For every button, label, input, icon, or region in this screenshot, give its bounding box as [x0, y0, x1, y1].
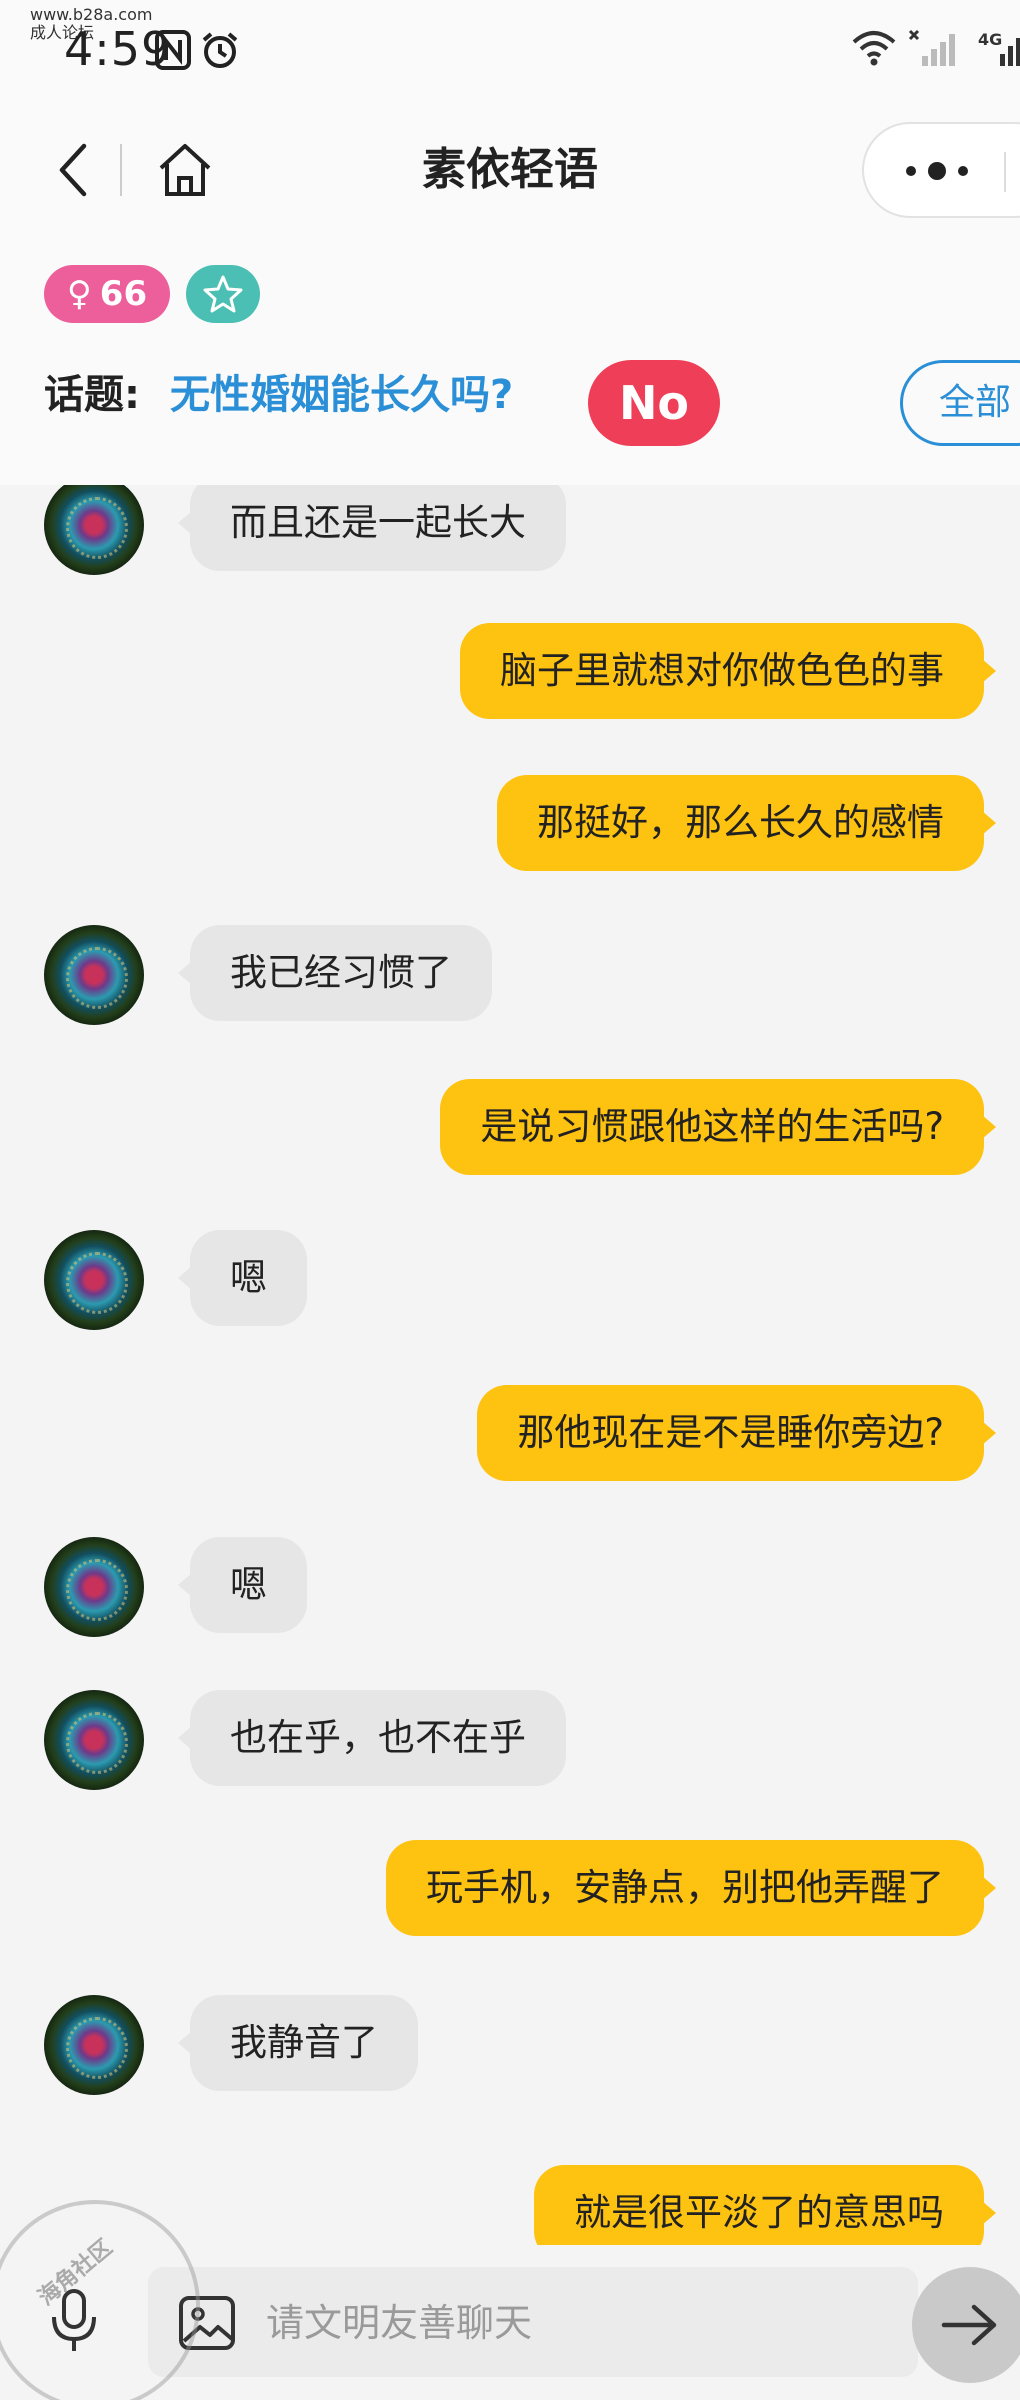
topic-label: 话题: [44, 372, 140, 418]
more-menu-button[interactable] [862, 122, 1020, 218]
received-message-bubble[interactable]: 嗯 [178, 1230, 307, 1326]
capsule-divider [1004, 152, 1006, 192]
received-message-bubble[interactable]: 嗯 [178, 1537, 307, 1633]
alarm-icon [202, 32, 238, 68]
avatar[interactable] [44, 1230, 144, 1330]
profile-topic-panel: ♀ 66 话题: 无性婚姻能长久吗? No 全部 [0, 240, 1020, 485]
received-message-bubble[interactable]: 我静音了 [178, 1995, 418, 2091]
star-icon [203, 275, 243, 313]
message-input[interactable]: 请文明友善聊天 [266, 2285, 532, 2361]
received-message-bubble[interactable]: 也在乎，也不在乎 [178, 1690, 566, 1786]
no-button[interactable]: No [588, 360, 720, 446]
signal-icon [908, 29, 955, 66]
age-value: 66 [99, 274, 148, 314]
sent-message-bubble[interactable]: 玩手机，安静点，别把他弄醒了 [386, 1840, 996, 1936]
received-message-bubble[interactable]: 我已经习惯了 [178, 925, 492, 1021]
network-type: 4G [978, 30, 1003, 49]
sent-message-bubble[interactable]: 那他现在是不是睡你旁边? [477, 1385, 996, 1481]
wifi-icon [852, 31, 896, 66]
received-message-bubble[interactable]: 而且还是一起长大 [178, 485, 566, 571]
avatar[interactable] [44, 1537, 144, 1637]
send-button[interactable] [912, 2267, 1020, 2383]
more-icon [906, 162, 968, 180]
avatar[interactable] [44, 1995, 144, 2095]
chat-screen: www.b28a.com 成人论坛 4:59 4G 素依轻语 ♀ 66 话题: … [0, 0, 1020, 2400]
avatar[interactable] [44, 1690, 144, 1790]
female-icon: ♀ [66, 274, 92, 314]
status-bar: www.b28a.com 成人论坛 4:59 4G [0, 0, 1020, 100]
message-list[interactable]: 而且还是一起长大脑子里就想对你做色色的事那挺好，那么长久的感情 我已经习惯了是说习… [0, 485, 1020, 2245]
sent-message-bubble[interactable]: 脑子里就想对你做色色的事 [460, 623, 996, 719]
topic-link[interactable]: 无性婚姻能长久吗? [170, 370, 513, 420]
nav-bar: 素依轻语 [0, 100, 1020, 240]
gender-age-badge: ♀ 66 [44, 265, 170, 323]
arrow-right-icon [941, 2304, 997, 2346]
nfc-icon [155, 30, 191, 70]
sent-message-bubble[interactable]: 那挺好，那么长久的感情 [497, 775, 996, 871]
avatar[interactable] [44, 925, 144, 1025]
star-badge[interactable] [186, 265, 260, 323]
all-topics-button[interactable]: 全部 [900, 360, 1020, 446]
sent-message-bubble[interactable]: 是说习惯跟他这样的生活吗? [440, 1079, 996, 1175]
message-input-box[interactable] [148, 2267, 918, 2377]
sent-message-bubble[interactable]: 就是很平淡了的意思吗 [534, 2165, 996, 2245]
avatar[interactable] [44, 485, 144, 575]
